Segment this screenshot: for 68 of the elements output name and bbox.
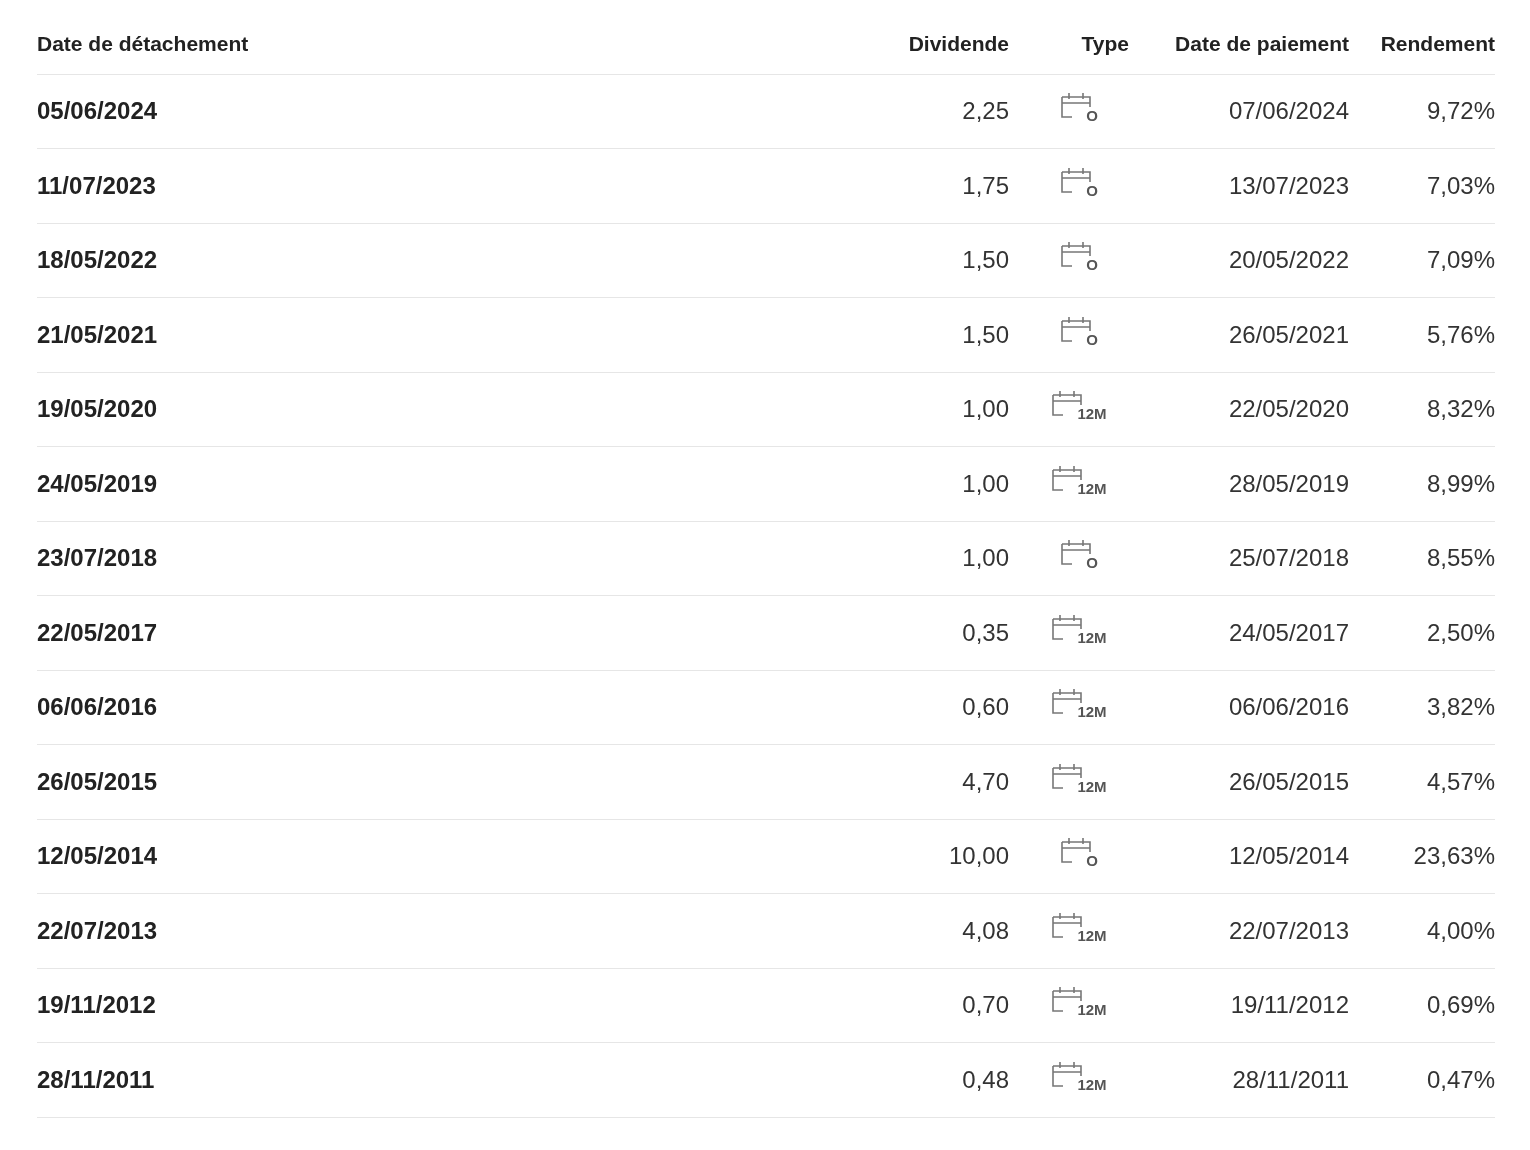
table-cell: 1,00 xyxy=(962,395,1009,423)
type-label: O xyxy=(1086,555,1098,571)
table-cell: 28/11/2011 xyxy=(37,1065,155,1093)
table-cell: 26/05/2021 xyxy=(1228,320,1349,348)
table-cell: 20/05/2022 xyxy=(1228,246,1349,274)
table-cell: 06/06/2016 xyxy=(1228,693,1349,721)
column-header: Date de détachement xyxy=(37,32,249,55)
table-cell: 4,70 xyxy=(962,767,1009,795)
table-cell: 8,99% xyxy=(1426,469,1495,497)
table-cell: 3,82% xyxy=(1426,693,1495,721)
column-header: Rendement xyxy=(1380,32,1495,55)
table-cell: 18/05/2022 xyxy=(37,246,158,274)
table-cell: 06/06/2016 xyxy=(37,693,158,721)
table-cell: 23,63% xyxy=(1413,842,1495,870)
table-cell: 24/05/2017 xyxy=(1228,618,1349,646)
table-cell: 0,69% xyxy=(1426,991,1495,1019)
table-cell: 25/07/2018 xyxy=(1228,544,1349,572)
table-cell: 10,00 xyxy=(948,842,1009,870)
table-cell: 24/05/2019 xyxy=(37,469,158,497)
table-cell: 0,70 xyxy=(962,991,1009,1019)
table-cell: 11/07/2023 xyxy=(37,171,156,199)
table-cell: 26/05/2015 xyxy=(1228,767,1349,795)
table-cell: 0,60 xyxy=(962,693,1009,721)
table-cell: 1,00 xyxy=(962,544,1009,572)
table-cell: 2,25 xyxy=(962,97,1009,125)
table-cell: 8,32% xyxy=(1426,395,1495,423)
table-cell: 13/07/2023 xyxy=(1228,171,1349,199)
table-cell: 1,75 xyxy=(962,171,1009,199)
table-cell: 7,03% xyxy=(1426,171,1495,199)
table-cell: 4,08 xyxy=(962,916,1009,944)
table-cell: 28/11/2011 xyxy=(1232,1065,1349,1093)
table-cell: 0,47% xyxy=(1426,1065,1495,1093)
table-cell: 19/11/2012 xyxy=(1230,991,1349,1019)
table-cell: 4,00% xyxy=(1426,916,1495,944)
column-header: Date de paiement xyxy=(1175,32,1349,55)
type-label: O xyxy=(1086,853,1098,869)
table-cell: 1,50 xyxy=(962,246,1009,274)
table-cell: 21/05/2021 xyxy=(37,320,158,348)
table-cell: 22/07/2013 xyxy=(1228,916,1349,944)
table-cell: 7,09% xyxy=(1426,246,1495,274)
table-cell: 2,50% xyxy=(1426,618,1495,646)
table-cell: 9,72% xyxy=(1426,97,1495,125)
table-cell: 19/11/2012 xyxy=(37,991,156,1019)
type-label: 12M xyxy=(1077,406,1107,422)
table-cell: 4,57% xyxy=(1426,767,1495,795)
table-cell: 22/07/2013 xyxy=(37,916,158,944)
table-cell: 07/06/2024 xyxy=(1228,97,1349,125)
table-cell: 19/05/2020 xyxy=(37,395,158,423)
table-cell: 12/05/2014 xyxy=(1228,842,1349,870)
table-cell: 8,55% xyxy=(1426,544,1495,572)
table-cell: 0,48 xyxy=(962,1065,1009,1093)
column-header: Type xyxy=(1081,32,1129,55)
type-label: 12M xyxy=(1077,704,1107,720)
table-cell: 26/05/2015 xyxy=(37,767,158,795)
table-cell: 05/06/2024 xyxy=(37,97,158,125)
table-cell: 22/05/2017 xyxy=(37,618,158,646)
table-cell: 23/07/2018 xyxy=(37,544,158,572)
table-cell: 1,50 xyxy=(962,320,1009,348)
table-cell: 28/05/2019 xyxy=(1228,469,1349,497)
type-label: O xyxy=(1086,257,1098,273)
table-cell: 5,76% xyxy=(1426,320,1495,348)
table-cell: 22/05/2020 xyxy=(1228,395,1349,423)
table-cell: 0,35 xyxy=(962,618,1009,646)
table-cell: 1,00 xyxy=(962,469,1009,497)
type-label: O xyxy=(1086,108,1098,124)
table-cell: 12/05/2014 xyxy=(37,842,158,870)
type-label: 12M xyxy=(1077,1002,1107,1018)
column-header: Dividende xyxy=(908,32,1009,55)
